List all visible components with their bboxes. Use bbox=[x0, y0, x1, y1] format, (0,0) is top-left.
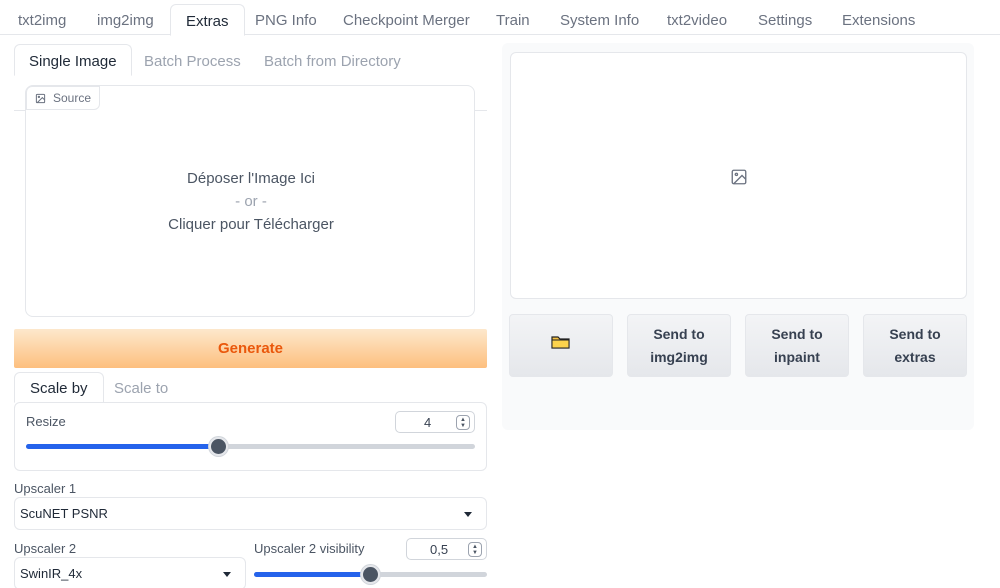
spinner-icon[interactable]: ▲ ▼ bbox=[456, 415, 470, 430]
tab-scale-by[interactable]: Scale by bbox=[14, 372, 104, 403]
extras-input-panel: Single Image Batch Process Batch from Di… bbox=[0, 35, 497, 588]
upscaler2-visibility-slider[interactable] bbox=[254, 565, 487, 584]
spinner-icon[interactable]: ▲ ▼ bbox=[468, 542, 482, 557]
tab-scale-to[interactable]: Scale to bbox=[114, 380, 168, 397]
tab-extras[interactable]: Extras bbox=[170, 4, 245, 36]
folder-icon bbox=[551, 334, 571, 357]
tab-txt2video[interactable]: txt2video bbox=[667, 12, 727, 29]
resize-value: 4 bbox=[424, 414, 432, 430]
click-to-upload-text: Cliquer pour Télécharger bbox=[168, 216, 334, 233]
resize-slider-thumb[interactable] bbox=[209, 437, 229, 456]
output-image-area bbox=[510, 52, 967, 299]
upscaler1-value: ScuNET PSNR bbox=[20, 506, 108, 521]
upscaler2-select[interactable]: SwinIR_4x bbox=[14, 557, 246, 588]
source-label: Source bbox=[53, 91, 92, 105]
tab-png-info[interactable]: PNG Info bbox=[255, 12, 317, 29]
resize-number-input[interactable]: 4 ▲ ▼ bbox=[395, 411, 475, 433]
image-placeholder-icon bbox=[731, 169, 747, 185]
upscaler2-visibility-thumb[interactable] bbox=[360, 565, 380, 584]
upscaler2-visibility-label: Upscaler 2 visibility bbox=[254, 541, 365, 556]
generate-button[interactable]: Generate bbox=[14, 329, 487, 368]
tab-batch-process[interactable]: Batch Process bbox=[144, 53, 241, 70]
upscaler1-label: Upscaler 1 bbox=[14, 481, 77, 496]
upscaler1-select[interactable]: ScuNET PSNR bbox=[14, 497, 487, 530]
resize-label: Resize bbox=[26, 414, 66, 429]
send-to-inpaint-button[interactable]: Send to inpaint bbox=[745, 314, 849, 377]
upscaler2-value: SwinIR_4x bbox=[20, 566, 83, 581]
resize-control: Resize 4 ▲ ▼ bbox=[14, 402, 487, 471]
open-folder-button[interactable] bbox=[509, 314, 613, 377]
main-tab-bar: txt2img img2img Extras PNG Info Checkpoi… bbox=[0, 0, 1000, 36]
resize-slider-fill bbox=[26, 444, 220, 449]
extras-output-panel: Send to img2img Send to inpaint Send to ext… bbox=[502, 43, 974, 430]
upscaler2-label: Upscaler 2 bbox=[14, 541, 77, 556]
drop-or-text: - or - bbox=[235, 193, 267, 210]
tab-batch-from-directory[interactable]: Batch from Directory bbox=[264, 53, 401, 70]
tab-img2img[interactable]: img2img bbox=[97, 12, 154, 29]
tab-checkpoint-merger[interactable]: Checkpoint Merger bbox=[343, 12, 470, 29]
upscaler2-visibility-fill bbox=[254, 572, 371, 577]
send-to-extras-button[interactable]: Send to extras bbox=[863, 314, 967, 377]
upscaler2-visibility-input[interactable]: 0,5 ▲ ▼ bbox=[406, 538, 487, 560]
chevron-down-icon bbox=[464, 512, 472, 517]
drop-instruction: Déposer l'Image Ici bbox=[187, 170, 315, 187]
tab-txt2img[interactable]: txt2img bbox=[18, 12, 66, 29]
send-to-img2img-button[interactable]: Send to img2img bbox=[627, 314, 731, 377]
chevron-down-icon bbox=[223, 572, 231, 577]
tab-train[interactable]: Train bbox=[496, 12, 530, 29]
source-image-dropzone[interactable]: Source Déposer l'Image Ici - or - Clique… bbox=[25, 85, 475, 317]
tab-settings[interactable]: Settings bbox=[758, 12, 812, 29]
upscaler2-visibility-value: 0,5 bbox=[430, 541, 449, 557]
image-icon bbox=[35, 93, 46, 103]
tab-system-info[interactable]: System Info bbox=[560, 12, 639, 29]
resize-slider[interactable] bbox=[26, 437, 475, 456]
source-label-chip: Source bbox=[26, 86, 101, 110]
tab-extensions[interactable]: Extensions bbox=[842, 12, 915, 29]
tab-single-image[interactable]: Single Image bbox=[14, 44, 132, 76]
